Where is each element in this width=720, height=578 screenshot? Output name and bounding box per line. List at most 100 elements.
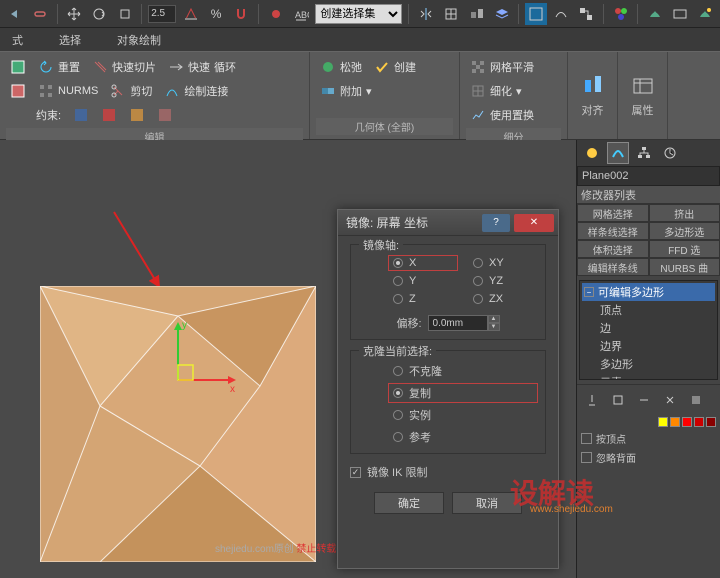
mod-btn[interactable]: NURBS 曲 — [649, 258, 720, 276]
layout-icon[interactable] — [441, 3, 462, 25]
relax-button[interactable]: 松弛 — [316, 56, 366, 78]
clone-none-radio[interactable]: 不克隆 — [393, 363, 533, 379]
nurms-button[interactable]: NURMS — [34, 80, 102, 102]
trackview-icon[interactable] — [551, 3, 572, 25]
dialog-titlebar[interactable]: 镜像: 屏幕 坐标 ? ✕ — [338, 210, 558, 236]
spinner-up-icon[interactable]: ▲ — [488, 315, 500, 323]
render-icon[interactable] — [695, 3, 716, 25]
object-name-field[interactable]: Plane002 — [577, 166, 720, 186]
ignoreback-checkbox[interactable] — [581, 452, 592, 463]
swiftloop-button[interactable]: 快速 循环 — [164, 56, 240, 78]
keyframe-icon[interactable] — [265, 3, 286, 25]
color-vertex[interactable] — [658, 417, 668, 427]
render-frame-icon[interactable] — [670, 3, 691, 25]
rotate-icon[interactable] — [89, 3, 110, 25]
clone-instance-radio[interactable]: 实例 — [393, 407, 533, 423]
modifier-stack[interactable]: − 可编辑多边形 顶点 边 边界 多边形 元素 — [579, 280, 718, 380]
byvertex-checkbox[interactable] — [581, 433, 592, 444]
dialog-help-button[interactable]: ? — [482, 214, 510, 232]
move-icon[interactable] — [63, 3, 84, 25]
axis-xy-radio[interactable]: XY — [473, 257, 533, 269]
mod-btn[interactable]: 挤出 — [649, 204, 720, 222]
hierarchy-tab-icon[interactable] — [633, 142, 655, 164]
mod-btn[interactable]: FFD 选 — [649, 240, 720, 258]
mod-btn[interactable]: 多边形选 — [649, 222, 720, 240]
stack-sub-element[interactable]: 元素 — [582, 373, 715, 380]
transform-gizmo[interactable]: x y — [158, 320, 238, 400]
constraint-face-icon[interactable] — [125, 104, 149, 126]
cancel-button[interactable]: 取消 — [452, 492, 522, 514]
axis-zx-radio[interactable]: ZX — [473, 293, 533, 305]
subobj-icon[interactable] — [6, 56, 30, 78]
named-sel-icon[interactable]: ABC — [290, 3, 311, 25]
show-end-icon[interactable] — [607, 389, 629, 411]
axis-x-radio[interactable]: X — [388, 255, 458, 271]
curve-editor-icon[interactable] — [525, 3, 546, 25]
dialog-close-button[interactable]: ✕ — [514, 214, 554, 232]
scale-icon[interactable] — [114, 3, 135, 25]
usedisp-button[interactable]: 使用置换 — [466, 104, 538, 126]
clone-reference-radio[interactable]: 参考 — [393, 429, 533, 445]
attach-button[interactable]: 附加 ▾ — [316, 80, 376, 102]
mirror-ik-checkbox[interactable]: ✓ — [350, 467, 361, 478]
stack-item-editable-poly[interactable]: − 可编辑多边形 — [582, 283, 715, 301]
axis-z-radio[interactable]: Z — [393, 293, 453, 305]
align-icon[interactable] — [466, 3, 487, 25]
clone-copy-radio[interactable]: 复制 — [388, 383, 538, 403]
stack-sub-poly[interactable]: 多边形 — [582, 355, 715, 373]
material-editor-icon[interactable] — [610, 3, 631, 25]
reset-button[interactable]: 重置 — [34, 56, 84, 78]
color-element[interactable] — [706, 417, 716, 427]
tab-select[interactable]: 选择 — [51, 28, 89, 52]
stack-sub-border[interactable]: 边界 — [582, 337, 715, 355]
modify-tab-icon[interactable] — [607, 142, 629, 164]
mod-btn[interactable]: 网格选择 — [577, 204, 649, 222]
mod-btn[interactable]: 编辑样条线 — [577, 258, 649, 276]
undo-icon[interactable] — [4, 3, 25, 25]
remove-mod-icon[interactable] — [659, 389, 681, 411]
constraint-normal-icon[interactable] — [153, 104, 177, 126]
configure-icon[interactable] — [685, 389, 707, 411]
paintconnect-button[interactable]: 绘制连接 — [160, 80, 232, 102]
meshsmooth-button[interactable]: 网格平滑 — [466, 56, 538, 78]
create-button[interactable]: 创建 — [370, 56, 420, 78]
mod-btn[interactable]: 样条线选择 — [577, 222, 649, 240]
color-border[interactable] — [682, 417, 692, 427]
quickslice-button[interactable]: 快速切片 — [88, 56, 160, 78]
spinner-down-icon[interactable]: ▼ — [488, 323, 500, 331]
tab-paint[interactable]: 对象绘制 — [109, 28, 169, 52]
layers-icon[interactable] — [491, 3, 512, 25]
stack-sub-edge[interactable]: 边 — [582, 319, 715, 337]
selection-set-dropdown[interactable]: 创建选择集 — [315, 4, 402, 24]
ok-button[interactable]: 确定 — [374, 492, 444, 514]
axis-yz-radio[interactable]: YZ — [473, 275, 533, 287]
percent-snap-icon[interactable]: % — [205, 3, 226, 25]
link-icon[interactable] — [29, 3, 50, 25]
color-edge[interactable] — [670, 417, 680, 427]
constraint-none-icon[interactable] — [69, 104, 93, 126]
color-poly[interactable] — [694, 417, 704, 427]
pin-stack-icon[interactable] — [581, 389, 603, 411]
stack-collapse-icon[interactable]: − — [584, 287, 594, 297]
motion-tab-icon[interactable] — [659, 142, 681, 164]
snap-toggle-icon[interactable] — [231, 3, 252, 25]
subobj2-icon[interactable] — [6, 80, 30, 102]
angle-snap-icon[interactable] — [180, 3, 201, 25]
refine-button[interactable]: 细化 ▾ — [466, 80, 526, 102]
create-tab-icon[interactable] — [581, 142, 603, 164]
axis-y-radio[interactable]: Y — [393, 275, 453, 287]
mod-btn[interactable]: 体积选择 — [577, 240, 649, 258]
mirror-icon[interactable] — [415, 3, 436, 25]
render-setup-icon[interactable] — [644, 3, 665, 25]
modifier-list-label[interactable]: 修改器列表 — [577, 186, 720, 204]
cut-button[interactable]: 剪切 — [106, 80, 156, 102]
stack-sub-vertex[interactable]: 顶点 — [582, 301, 715, 319]
schematic-icon[interactable] — [576, 3, 597, 25]
offset-spinner[interactable]: ▲▼ — [428, 315, 500, 331]
align-big-button[interactable]: 对齐 — [568, 52, 618, 139]
angle-spinner[interactable] — [148, 5, 176, 23]
unique-icon[interactable] — [633, 389, 655, 411]
props-big-button[interactable]: 属性 — [618, 52, 668, 139]
constraint-edge-icon[interactable] — [97, 104, 121, 126]
tab-mode[interactable]: 式 — [4, 28, 31, 52]
